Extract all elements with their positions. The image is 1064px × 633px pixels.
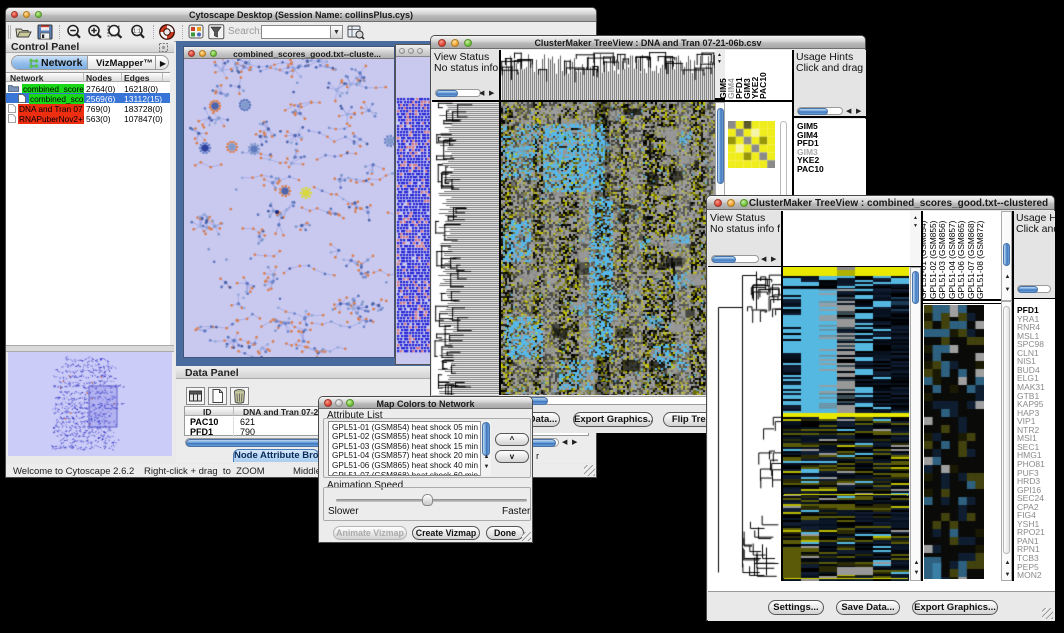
svg-text:1:1: 1:1	[133, 29, 141, 35]
